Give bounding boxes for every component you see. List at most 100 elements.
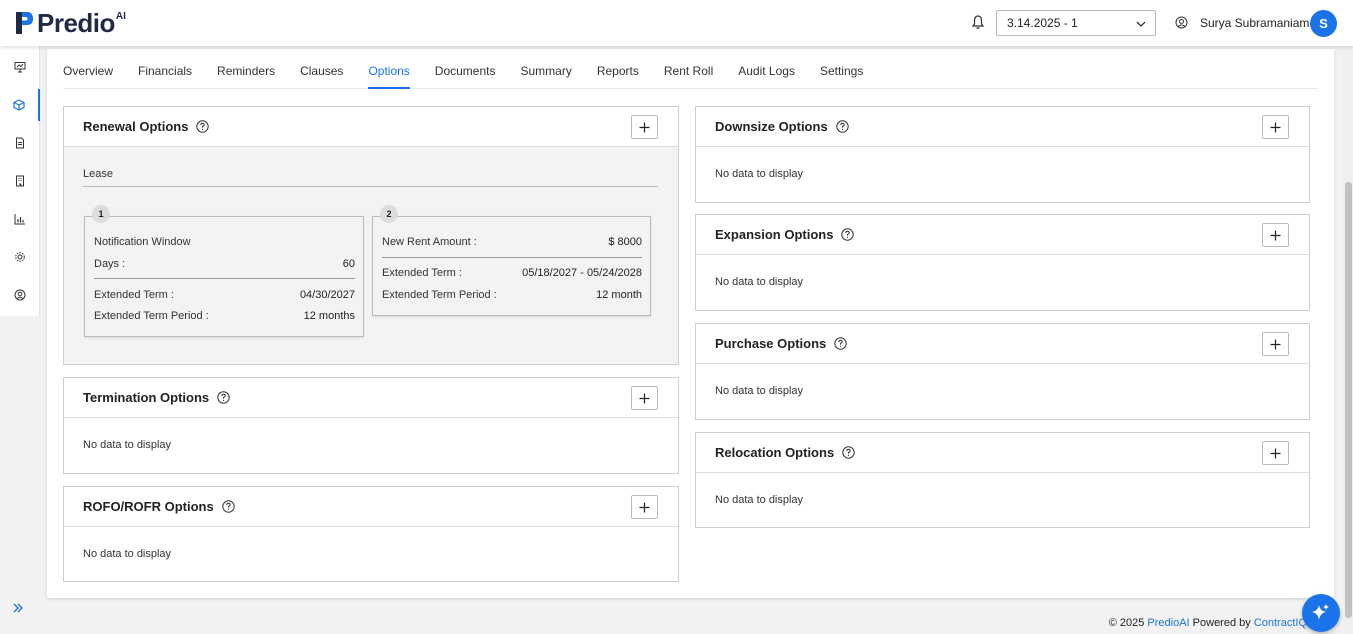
scrollbar-thumb[interactable] bbox=[1345, 182, 1352, 618]
extended-term-value: 04/30/2027 bbox=[299, 289, 355, 301]
renewal-options-header: Renewal Options bbox=[64, 107, 678, 147]
presentation-icon bbox=[14, 62, 26, 73]
renewal-option-card-2[interactable]: New Rent Amount : $ 8000 Extended Term : 0… bbox=[372, 216, 651, 316]
purchase-options-header: Purchase Options bbox=[696, 324, 1309, 364]
expansion-options-panel: Expansion Options No data to display bbox=[695, 214, 1310, 311]
footer: © 2025 PredioAI Powered by ContractIQ bbox=[1109, 617, 1307, 629]
document-icon bbox=[16, 137, 24, 149]
notification-window-label: Notification Window bbox=[94, 236, 191, 248]
extended-term-label: Extended Term : bbox=[94, 289, 174, 301]
tab-settings[interactable]: Settings bbox=[820, 49, 863, 89]
tab-reports[interactable]: Reports bbox=[597, 49, 639, 89]
cube-icon bbox=[13, 99, 25, 111]
add-purchase-option-button[interactable] bbox=[1262, 332, 1289, 356]
add-rofo-option-button[interactable] bbox=[631, 495, 658, 519]
plus-icon bbox=[1270, 230, 1281, 240]
empty-state: No data to display bbox=[715, 276, 804, 288]
add-termination-option-button[interactable] bbox=[631, 386, 658, 410]
days-value: 60 bbox=[342, 258, 355, 270]
sparkle-icon bbox=[1312, 604, 1329, 620]
plus-icon bbox=[1270, 448, 1281, 458]
add-renewal-option-button[interactable] bbox=[631, 115, 658, 139]
expand-sidebar-icon[interactable] bbox=[10, 600, 26, 616]
tab-audit-logs[interactable]: Audit Logs bbox=[738, 49, 795, 89]
sidebar-item-properties[interactable] bbox=[0, 165, 40, 197]
predio-logo[interactable]: Predio AI bbox=[14, 8, 126, 38]
add-relocation-option-button[interactable] bbox=[1262, 441, 1289, 465]
help-icon[interactable] bbox=[222, 500, 235, 513]
chevron-down-icon bbox=[1136, 21, 1146, 27]
version-select-value: 3.14.2025 - 1 bbox=[1007, 16, 1078, 30]
extended-term-period-value: 12 months bbox=[303, 310, 355, 322]
help-icon[interactable] bbox=[196, 120, 210, 133]
add-expansion-option-button[interactable] bbox=[1262, 223, 1289, 247]
tab-summary[interactable]: Summary bbox=[521, 49, 572, 89]
sidebar-item-documents[interactable] bbox=[0, 127, 40, 159]
downsize-options-header: Downsize Options bbox=[696, 107, 1309, 147]
plus-icon bbox=[639, 122, 650, 132]
lease-label: Lease bbox=[83, 168, 113, 180]
rofo-rofr-options-header: ROFO/ROFR Options bbox=[64, 487, 678, 527]
sidebar-item-settings[interactable] bbox=[0, 241, 40, 273]
sidebar-item-leases[interactable] bbox=[0, 89, 40, 121]
days-label: Days : bbox=[94, 258, 126, 270]
sidebar-item-dashboard[interactable] bbox=[0, 51, 40, 83]
ai-assistant-button[interactable] bbox=[1302, 594, 1340, 632]
plus-icon bbox=[639, 502, 650, 512]
relocation-options-panel: Relocation Options No data to display bbox=[695, 432, 1310, 528]
add-downsize-option-button[interactable] bbox=[1262, 115, 1289, 139]
left-sidebar bbox=[0, 46, 40, 316]
downsize-options-title: Downsize Options bbox=[715, 119, 828, 134]
option-number-badge: 2 bbox=[380, 205, 398, 223]
option-number-badge: 1 bbox=[92, 205, 110, 223]
tab-overview[interactable]: Overview bbox=[63, 49, 113, 89]
footer-powered-by: Powered by bbox=[1189, 617, 1254, 629]
card-divider bbox=[382, 257, 642, 258]
gear-icon bbox=[15, 252, 25, 262]
footer-copyright: © 2025 bbox=[1108, 617, 1148, 629]
avatar[interactable]: S bbox=[1310, 10, 1337, 37]
extended-term-period-label: Extended Term Period : bbox=[94, 310, 209, 322]
termination-options-panel: Termination Options No data to display bbox=[63, 377, 679, 474]
logo-text: Predio bbox=[37, 7, 115, 38]
renewal-option-card-1[interactable]: Notification Window Days : 60 Extended Te… bbox=[84, 216, 364, 337]
help-icon[interactable] bbox=[842, 446, 855, 459]
extended-term-label: Extended Term : bbox=[382, 267, 462, 279]
top-bar: Predio AI 3.14.2025 - 1 Surya Subramania… bbox=[0, 0, 1353, 46]
help-icon[interactable] bbox=[841, 228, 855, 241]
help-icon[interactable] bbox=[217, 391, 230, 404]
user-circle-icon bbox=[14, 289, 26, 301]
user-circle-icon[interactable] bbox=[1175, 16, 1188, 29]
bell-icon[interactable] bbox=[970, 14, 986, 30]
termination-options-header: Termination Options bbox=[64, 378, 678, 418]
footer-brand-link[interactable]: PredioAI bbox=[1147, 617, 1189, 629]
version-select[interactable]: 3.14.2025 - 1 bbox=[996, 10, 1156, 36]
rofo-rofr-options-title: ROFO/ROFR Options bbox=[83, 499, 214, 514]
help-icon[interactable] bbox=[835, 120, 849, 133]
extended-term-period-label: Extended Term Period : bbox=[382, 289, 497, 301]
user-name[interactable]: Surya Subramaniam bbox=[1200, 16, 1309, 30]
tab-options[interactable]: Options bbox=[368, 49, 411, 89]
lease-divider bbox=[83, 186, 658, 187]
renewal-options-title: Renewal Options bbox=[83, 119, 189, 134]
sidebar-item-users[interactable] bbox=[0, 279, 40, 311]
new-rent-amount-label: New Rent Amount : bbox=[382, 236, 477, 248]
tab-rent-roll[interactable]: Rent Roll bbox=[664, 49, 713, 89]
bar-chart-icon bbox=[14, 214, 25, 225]
tab-documents[interactable]: Documents bbox=[435, 49, 496, 89]
card-divider bbox=[94, 278, 355, 279]
tab-financials[interactable]: Financials bbox=[138, 49, 192, 89]
plus-icon bbox=[1270, 122, 1281, 132]
sidebar-item-reports[interactable] bbox=[0, 203, 40, 235]
expansion-options-header: Expansion Options bbox=[696, 215, 1309, 255]
termination-options-title: Termination Options bbox=[83, 390, 210, 405]
help-icon[interactable] bbox=[834, 337, 847, 350]
empty-state: No data to display bbox=[83, 439, 172, 451]
tab-clauses[interactable]: Clauses bbox=[300, 49, 343, 89]
renewal-options-panel: Renewal Options Lease Notification Windo… bbox=[63, 106, 679, 365]
footer-company-link[interactable]: ContractIQ bbox=[1254, 617, 1307, 629]
tab-reminders[interactable]: Reminders bbox=[217, 49, 275, 89]
logo-superscript: AI bbox=[115, 11, 126, 22]
rofo-rofr-options-panel: ROFO/ROFR Options No data to display bbox=[63, 486, 679, 582]
empty-state: No data to display bbox=[715, 168, 804, 180]
